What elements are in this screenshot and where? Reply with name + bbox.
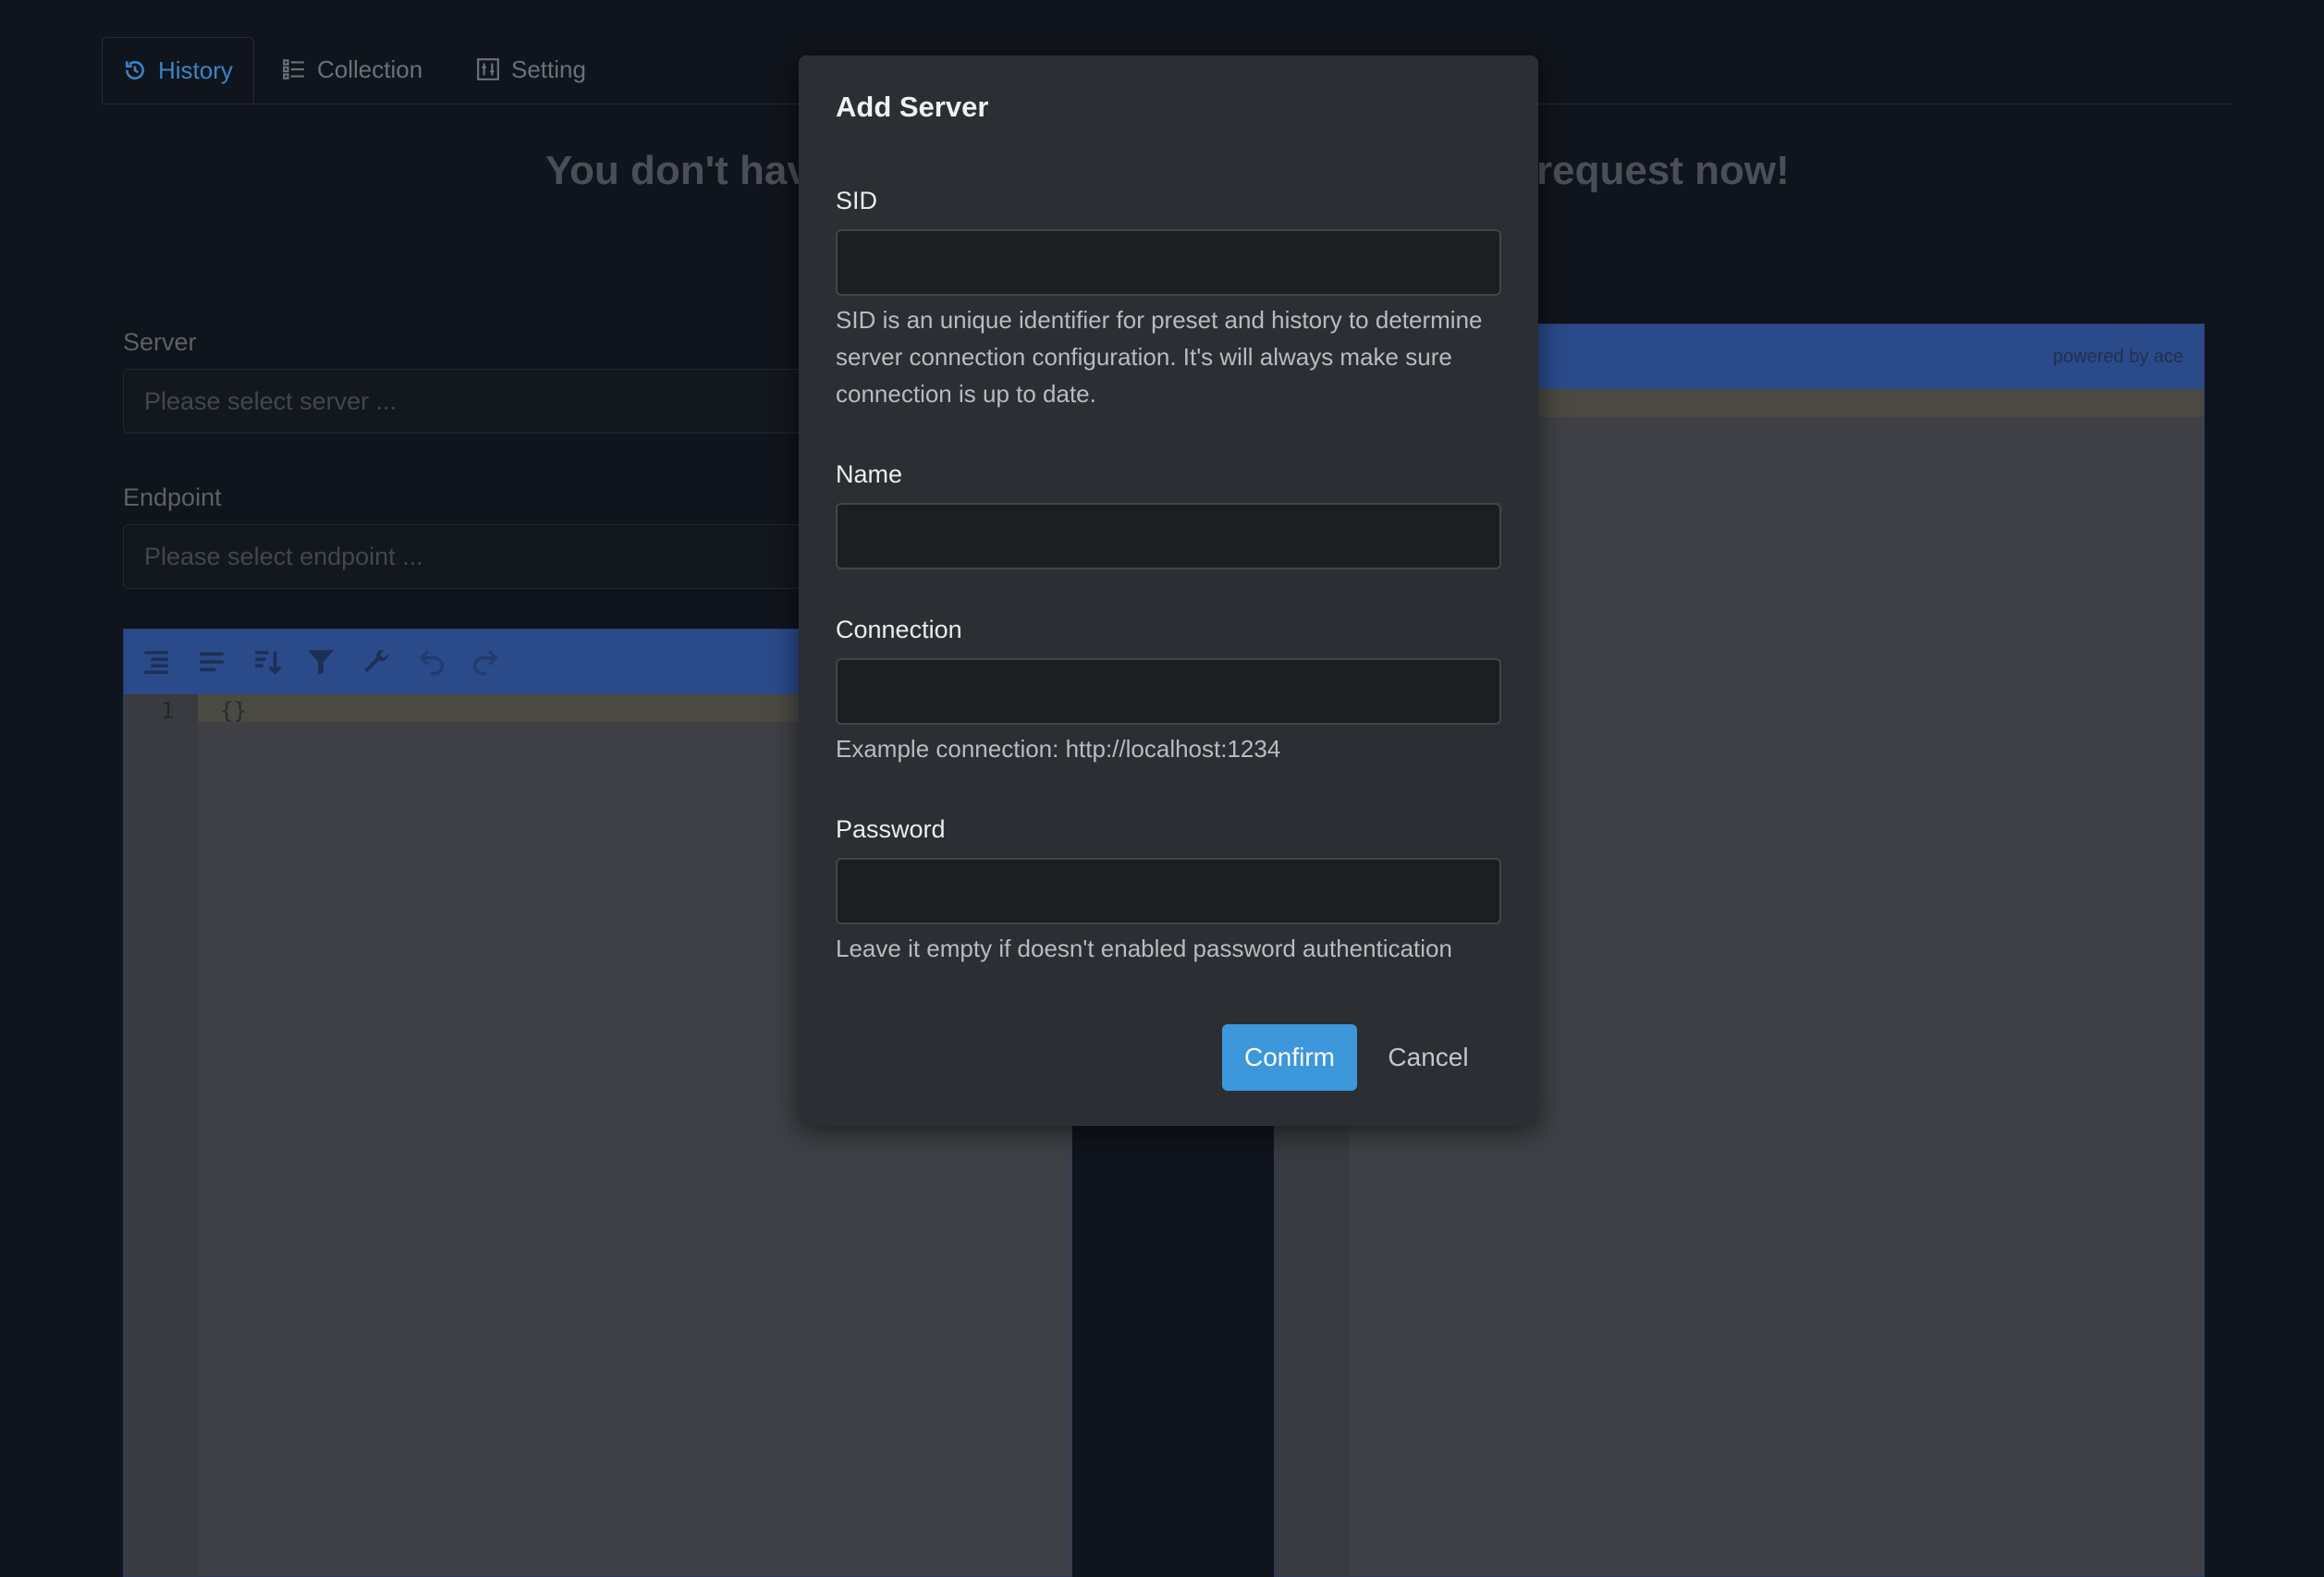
- password-help-text: Leave it empty if doesn't enabled passwo…: [836, 935, 1452, 962]
- sid-label: SID: [836, 187, 878, 214]
- line-number: 1: [161, 698, 175, 724]
- endpoint-label: Endpoint: [123, 483, 222, 511]
- list-icon: [283, 59, 304, 79]
- connection-help-text: Example connection: http://localhost:123…: [836, 735, 1281, 763]
- powered-by-label: powered by ace: [2052, 347, 2183, 367]
- filter-icon[interactable]: [305, 646, 336, 678]
- tab-collection-label: Collection: [317, 55, 423, 83]
- sliders-icon: [477, 58, 499, 80]
- repair-icon[interactable]: [361, 646, 392, 678]
- password-input[interactable]: [836, 858, 1501, 924]
- compact-icon[interactable]: [196, 646, 227, 678]
- tab-setting-label: Setting: [511, 55, 586, 83]
- empty-state-text-right: request now!: [1536, 148, 1790, 193]
- cancel-button[interactable]: Cancel: [1377, 1024, 1479, 1091]
- password-label: Password: [836, 815, 946, 843]
- history-icon: [126, 61, 144, 79]
- connection-label: Connection: [836, 616, 962, 643]
- sid-help-text: SID is an unique identifier for preset a…: [836, 306, 1483, 408]
- add-server-dialog: Add Server SID SID is an unique identifi…: [799, 55, 1538, 1126]
- redo-icon[interactable]: [470, 646, 501, 678]
- format-icon[interactable]: [141, 646, 172, 678]
- name-label: Name: [836, 460, 903, 488]
- code-text[interactable]: {}: [220, 698, 247, 724]
- confirm-button[interactable]: Confirm: [1222, 1024, 1357, 1091]
- tab-history[interactable]: History: [102, 37, 254, 104]
- tab-setting[interactable]: Setting: [476, 37, 586, 102]
- line-gutter: [124, 694, 198, 1576]
- endpoint-select[interactable]: Please select endpoint ...: [123, 524, 826, 589]
- server-label: Server: [123, 328, 197, 356]
- divider-column: [1072, 1128, 1274, 1577]
- sort-icon[interactable]: [251, 646, 283, 678]
- tab-collection[interactable]: Collection: [282, 37, 422, 102]
- connection-input[interactable]: [836, 658, 1501, 725]
- name-input[interactable]: [836, 503, 1501, 569]
- sid-input[interactable]: [836, 229, 1501, 296]
- dialog-title: Add Server: [836, 91, 989, 123]
- empty-state-text-left: You don't hav: [545, 148, 810, 193]
- tab-history-label: History: [158, 55, 233, 84]
- undo-icon[interactable]: [416, 646, 447, 678]
- server-select[interactable]: Please select server ...: [123, 369, 826, 434]
